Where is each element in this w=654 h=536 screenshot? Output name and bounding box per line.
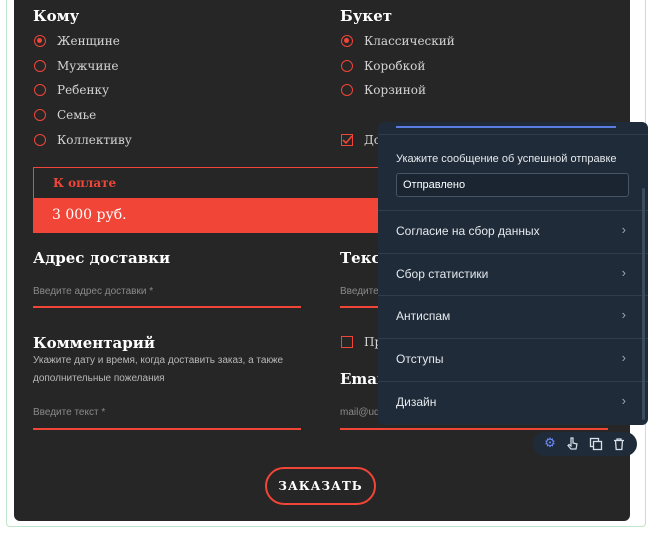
address-heading: Адрес доставки <box>33 249 171 267</box>
radio-label: Коробкой <box>364 59 426 73</box>
check-icon <box>342 135 353 145</box>
panel-row-consent[interactable]: Согласие на сбор данных › <box>378 210 640 252</box>
radio-label: Корзиной <box>364 83 426 97</box>
radio-recipient-men[interactable] <box>34 60 46 72</box>
text-input[interactable]: Введите <box>340 280 380 308</box>
radio-bouquet-box[interactable] <box>341 60 353 72</box>
panel-row-margins[interactable]: Отступы › <box>378 338 640 380</box>
chevron-right-icon: › <box>621 222 626 237</box>
radio-label: Классический <box>364 34 455 48</box>
comment-heading: Комментарий <box>33 334 155 352</box>
block-toolbar: ⚙ <box>533 432 637 456</box>
agree-checkbox[interactable] <box>341 336 353 348</box>
chevron-right-icon: › <box>621 350 626 365</box>
panel-row-antispam[interactable]: Антиспам › <box>378 295 640 337</box>
comment-hint: Укажите дату и время, когда доставить за… <box>33 355 284 384</box>
row-label: Дизайн <box>396 395 437 409</box>
gear-icon[interactable]: ⚙ <box>541 435 559 453</box>
radio-bouquet-classic[interactable] <box>341 35 353 47</box>
success-message-caption: Укажите сообщение об успешной отправке <box>396 153 617 165</box>
divider <box>378 134 648 135</box>
radio-recipient-team[interactable] <box>34 134 46 146</box>
row-label: Антиспам <box>396 309 451 323</box>
settings-panel: Укажите сообщение об успешной отправке О… <box>378 122 648 425</box>
row-label: Отступы <box>396 352 444 366</box>
radio-bouquet-basket[interactable] <box>341 84 353 96</box>
radio-label: Мужчине <box>57 59 119 73</box>
bouquet-heading: Букет <box>340 7 393 25</box>
row-label: Согласие на сбор данных <box>396 224 540 238</box>
comment-placeholder: Введите текст * <box>33 407 106 418</box>
trash-icon[interactable] <box>610 435 628 453</box>
radio-recipient-women[interactable] <box>34 35 46 47</box>
text-placeholder: Введите <box>340 286 379 297</box>
email-placeholder: mail@ud <box>340 407 380 418</box>
panel-row-statistics[interactable]: Сбор статистики › <box>378 253 640 295</box>
address-placeholder: Введите адрес доставки * <box>33 286 154 297</box>
panel-row-design[interactable]: Дизайн › <box>378 381 640 423</box>
address-input[interactable]: Введите адрес доставки * <box>33 280 301 308</box>
radio-recipient-child[interactable] <box>34 84 46 96</box>
panel-scrollbar[interactable] <box>642 188 645 420</box>
panel-tab-indicator <box>396 122 616 128</box>
radio-label: Коллективу <box>57 133 132 147</box>
comment-input[interactable]: Введите текст * <box>33 402 301 430</box>
chevron-right-icon: › <box>621 265 626 280</box>
radio-label: Женщине <box>57 34 120 48</box>
chevron-right-icon: › <box>621 307 626 322</box>
duplicate-icon[interactable] <box>587 435 605 453</box>
payment-amount: 3 000 руб. <box>52 207 127 223</box>
radio-label: Ребенку <box>57 83 110 97</box>
pointer-icon[interactable] <box>564 435 582 453</box>
chevron-right-icon: › <box>621 393 626 408</box>
submit-button[interactable]: ЗАКАЗАТЬ <box>265 467 376 505</box>
addon-checkbox[interactable] <box>341 134 353 146</box>
payment-label: К оплате <box>53 176 117 190</box>
radio-recipient-family[interactable] <box>34 109 46 121</box>
row-label: Сбор статистики <box>396 267 489 281</box>
success-message-input[interactable]: Отправлено <box>396 173 629 197</box>
recipient-heading: Кому <box>33 7 80 25</box>
radio-label: Семье <box>57 108 97 122</box>
